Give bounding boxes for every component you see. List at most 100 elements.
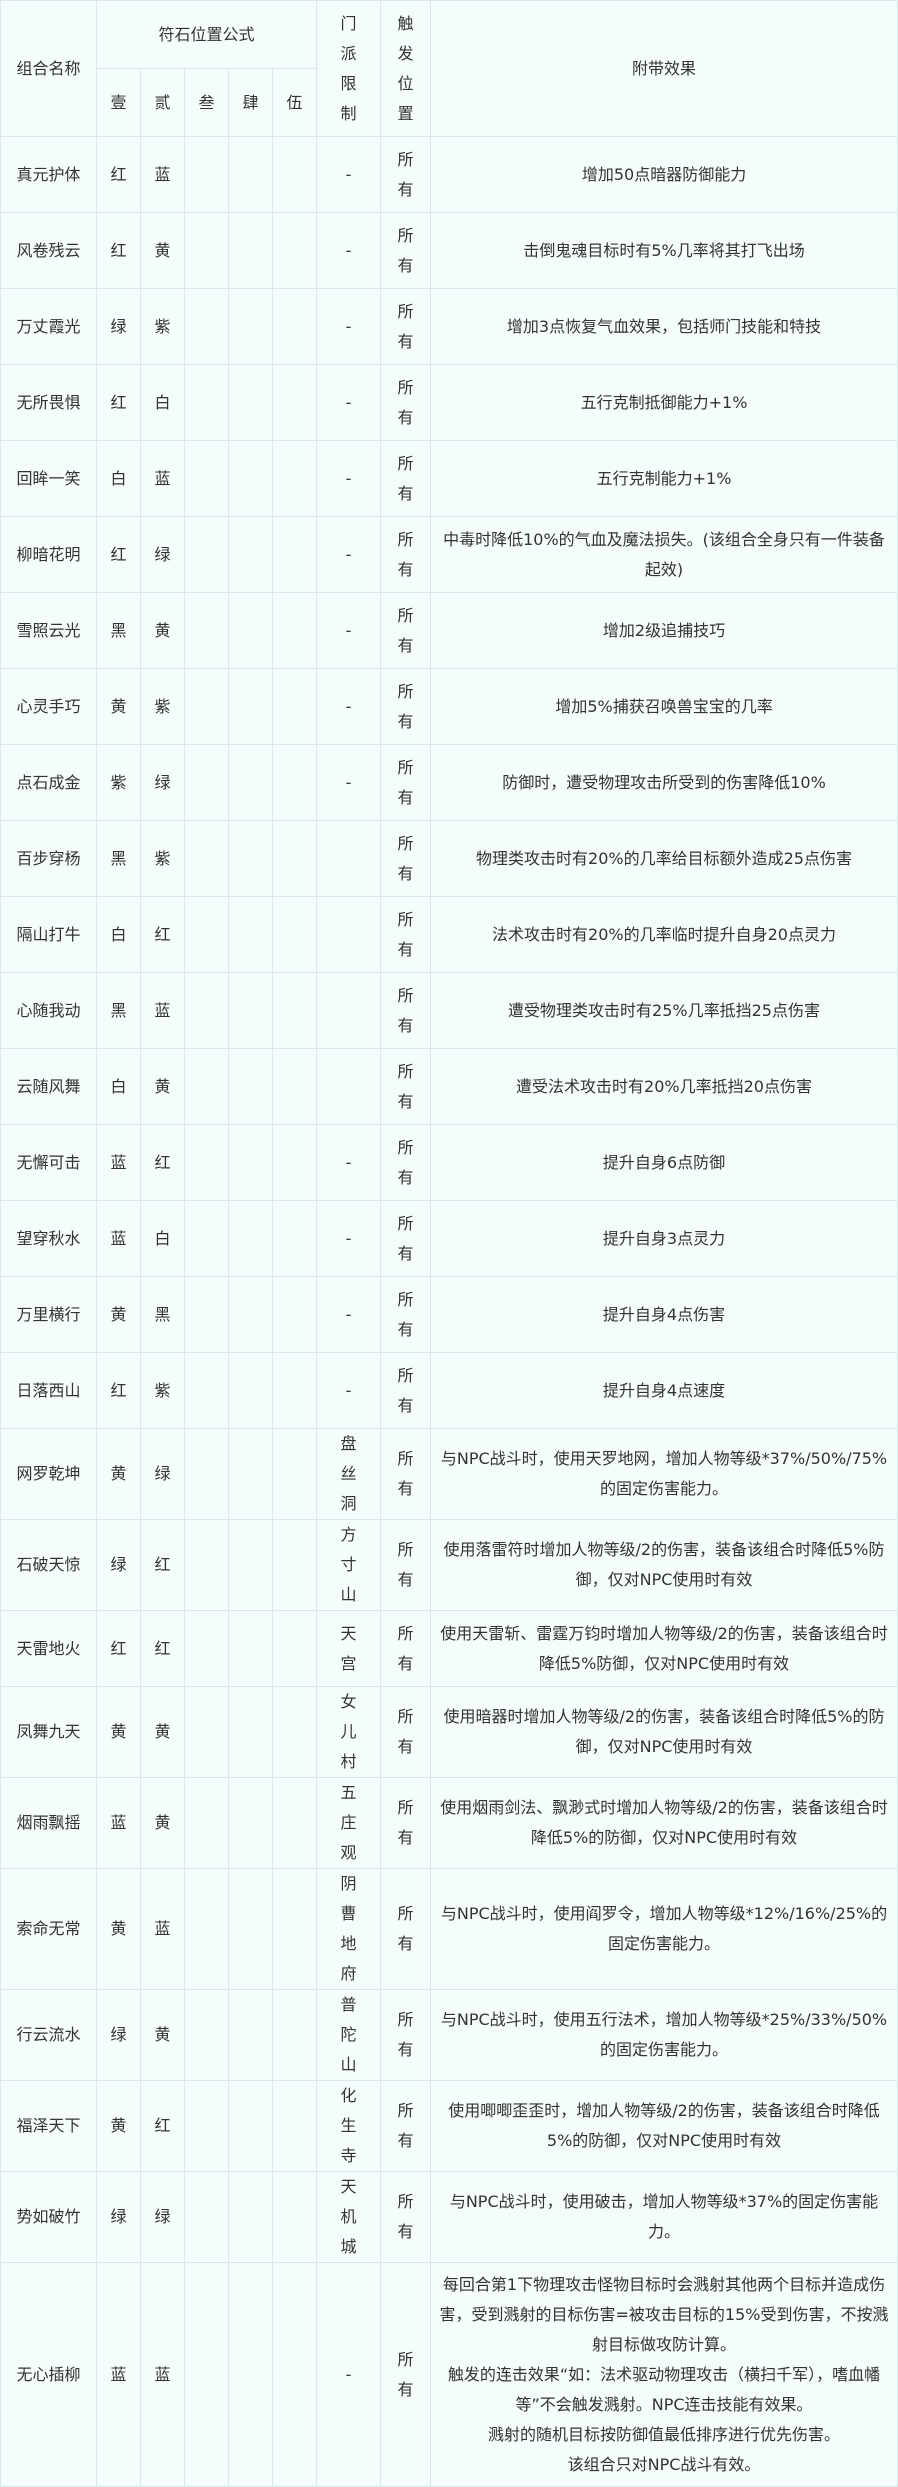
sect-limit: 女儿村 xyxy=(316,1686,382,1778)
combo-name: 福泽天下 xyxy=(0,2080,97,2172)
header-name: 组合名称 xyxy=(0,0,97,137)
rune-pos-5 xyxy=(271,1352,318,1429)
header-sect: 门派限制 xyxy=(316,0,382,137)
combo-name: 百步穿杨 xyxy=(0,820,97,897)
header-pos-4: 肆 xyxy=(228,68,273,137)
rune-pos-5 xyxy=(271,896,318,973)
effect-text: 与NPC战斗时，使用阎罗令，增加人物等级*12%/16%/25%的固定伤害能力。 xyxy=(430,1868,898,1990)
rune-pos-1: 红 xyxy=(96,1610,141,1687)
table-row: 风卷残云红黄 - 所有 击倒鬼魂目标时有5%几率将其打飞出场 xyxy=(0,212,898,289)
sect-limit xyxy=(316,1048,382,1125)
combo-name: 万里横行 xyxy=(0,1276,97,1353)
effect-text: 五行克制抵御能力+1% xyxy=(430,364,898,441)
trigger-position: 所有 xyxy=(380,1352,432,1429)
rune-pos-2: 黄 xyxy=(140,1777,185,1869)
combo-name: 日落西山 xyxy=(0,1352,97,1429)
table-row: 索命无常黄蓝 阴曹地府 所有 与NPC战斗时，使用阎罗令，增加人物等级*12%/16%… xyxy=(0,1868,898,1990)
effect-text: 五行克制能力+1% xyxy=(430,440,898,517)
rune-pos-1: 黑 xyxy=(96,972,141,1049)
rune-pos-1: 红 xyxy=(96,1352,141,1429)
table-row: 行云流水绿黄 普陀山 所有 与NPC战斗时，使用五行法术，增加人物等级*25%/33%… xyxy=(0,1989,898,2081)
effect-text: 提升自身4点伤害 xyxy=(430,1276,898,1353)
rune-pos-2: 红 xyxy=(140,1124,185,1201)
sect-limit: - xyxy=(316,1352,382,1429)
rune-combination-table: 组合名称 符石位置公式 门派限制 触发位置 附带效果 壹 贰 叁 肆 伍 真元护… xyxy=(0,0,898,2487)
sect-limit: - xyxy=(316,212,382,289)
sect-limit: - xyxy=(316,744,382,821)
sect-limit: - xyxy=(316,668,382,745)
rune-pos-1: 绿 xyxy=(96,1519,141,1611)
table-row: 隔山打牛白红 所有 法术攻击时有20%的几率临时提升自身20点灵力 xyxy=(0,896,898,973)
combo-name: 真元护体 xyxy=(0,136,97,213)
rune-pos-4 xyxy=(228,972,273,1049)
sect-limit: 方寸山 xyxy=(316,1519,382,1611)
rune-pos-1: 黄 xyxy=(96,668,141,745)
effect-text: 物理类攻击时有20%的几率给目标额外造成25点伤害 xyxy=(430,820,898,897)
trigger-position: 所有 xyxy=(380,744,432,821)
rune-pos-3 xyxy=(184,1610,229,1687)
rune-pos-4 xyxy=(228,1868,273,1990)
effect-text: 与NPC战斗时，使用破击，增加人物等级*37%的固定伤害能力。 xyxy=(430,2171,898,2263)
trigger-position: 所有 xyxy=(380,972,432,1049)
trigger-position: 所有 xyxy=(380,2080,432,2172)
combo-name: 心随我动 xyxy=(0,972,97,1049)
rune-pos-3 xyxy=(184,1352,229,1429)
rune-pos-2: 黄 xyxy=(140,1048,185,1125)
table-row: 万丈霞光绿紫 - 所有 增加3点恢复气血效果，包括师门技能和特技 xyxy=(0,288,898,365)
table-row: 无心插柳蓝蓝 - 所有 每回合第1下物理攻击怪物目标时会溅射其他两个目标并造成伤害，受… xyxy=(0,2262,898,2487)
rune-pos-5 xyxy=(271,2080,318,2172)
rune-pos-3 xyxy=(184,1276,229,1353)
rune-pos-2: 绿 xyxy=(140,2171,185,2263)
rune-pos-4 xyxy=(228,516,273,593)
sect-limit: 普陀山 xyxy=(316,1989,382,2081)
combo-name: 凤舞九天 xyxy=(0,1686,97,1778)
trigger-position: 所有 xyxy=(380,668,432,745)
rune-pos-1: 红 xyxy=(96,364,141,441)
trigger-position: 所有 xyxy=(380,2171,432,2263)
rune-pos-1: 黑 xyxy=(96,820,141,897)
table-row: 凤舞九天黄黄 女儿村 所有 使用暗器时增加人物等级/2的伤害，装备该组合时降低5%的防… xyxy=(0,1686,898,1778)
rune-pos-5 xyxy=(271,2262,318,2487)
rune-pos-4 xyxy=(228,1276,273,1353)
rune-pos-5 xyxy=(271,1428,318,1520)
rune-pos-2: 紫 xyxy=(140,288,185,365)
rune-pos-1: 黄 xyxy=(96,2080,141,2172)
rune-pos-5 xyxy=(271,744,318,821)
rune-pos-3 xyxy=(184,1519,229,1611)
sect-limit xyxy=(316,896,382,973)
rune-pos-4 xyxy=(228,1519,273,1611)
rune-pos-2: 蓝 xyxy=(140,440,185,517)
table-row: 万里横行黄黑 - 所有 提升自身4点伤害 xyxy=(0,1276,898,1353)
rune-pos-3 xyxy=(184,820,229,897)
table-header: 组合名称 符石位置公式 门派限制 触发位置 附带效果 壹 贰 叁 肆 伍 xyxy=(0,0,898,137)
effect-line: 每回合第1下物理攻击怪物目标时会溅射其他两个目标并造成伤害，受到溅射的目标伤害=… xyxy=(439,2274,889,2354)
rune-pos-2: 白 xyxy=(140,364,185,441)
rune-pos-3 xyxy=(184,2262,229,2487)
rune-pos-4 xyxy=(228,2171,273,2263)
rune-pos-4 xyxy=(228,1124,273,1201)
trigger-position: 所有 xyxy=(380,364,432,441)
effect-line: 溅射的随机目标按防御值最低排序进行优先伤害。 xyxy=(488,2424,841,2444)
rune-pos-1: 紫 xyxy=(96,744,141,821)
rune-pos-2: 绿 xyxy=(140,744,185,821)
trigger-position: 所有 xyxy=(380,1276,432,1353)
combo-name: 行云流水 xyxy=(0,1989,97,2081)
table-row: 望穿秋水蓝白 - 所有 提升自身3点灵力 xyxy=(0,1200,898,1277)
combo-name: 心灵手巧 xyxy=(0,668,97,745)
table-row: 石破天惊绿红 方寸山 所有 使用落雷符时增加人物等级/2的伤害，装备该组合时降低5%防… xyxy=(0,1519,898,1611)
trigger-position: 所有 xyxy=(380,1686,432,1778)
effect-line: 触发的连击效果“如：法术驱动物理攻击（横扫千军），嗜血幡等”不会触发溅射。NPC… xyxy=(447,2364,881,2414)
rune-pos-3 xyxy=(184,2171,229,2263)
header-pos-2: 贰 xyxy=(140,68,185,137)
sect-limit: - xyxy=(316,2262,382,2487)
combo-name: 万丈霞光 xyxy=(0,288,97,365)
combo-name: 回眸一笑 xyxy=(0,440,97,517)
rune-pos-4 xyxy=(228,1428,273,1520)
rune-pos-3 xyxy=(184,1048,229,1125)
rune-pos-4 xyxy=(228,1200,273,1277)
combo-name: 势如破竹 xyxy=(0,2171,97,2263)
rune-pos-5 xyxy=(271,972,318,1049)
combo-name: 网罗乾坤 xyxy=(0,1428,97,1520)
rune-pos-4 xyxy=(228,288,273,365)
header-pos-5: 伍 xyxy=(271,68,318,137)
